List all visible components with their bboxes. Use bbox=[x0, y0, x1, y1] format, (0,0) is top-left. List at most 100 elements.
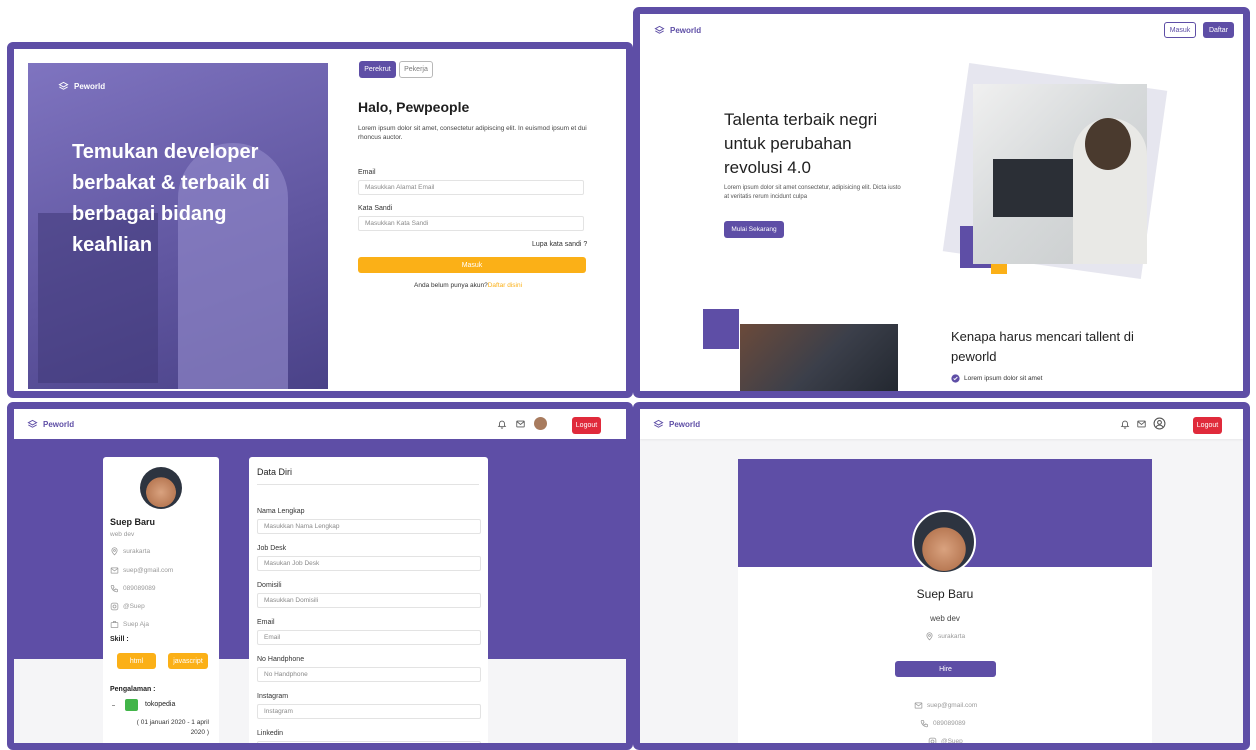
email-field[interactable]: Masukkan Alamat Email bbox=[358, 180, 584, 195]
logout-button[interactable]: Logout bbox=[572, 417, 601, 434]
skill-badge-html: html bbox=[117, 653, 156, 669]
field-label-handphone: No Handphone bbox=[257, 656, 305, 663]
start-now-button[interactable]: Mulai Sekarang bbox=[724, 221, 784, 238]
mail-icon bbox=[110, 567, 119, 574]
field-label-linkedin: Linkedin bbox=[257, 730, 284, 737]
data-diri-title: Data Diri bbox=[257, 467, 293, 477]
phone-icon bbox=[920, 720, 928, 728]
bell-icon[interactable] bbox=[1120, 419, 1130, 429]
field-input-handphone[interactable]: No Handphone bbox=[257, 667, 481, 682]
field-label-domisili: Domisili bbox=[257, 582, 282, 589]
nav-login-button[interactable]: Masuk bbox=[1164, 22, 1196, 38]
navbar-brand-name: Peworld bbox=[43, 420, 75, 429]
login-screen: Peworld Temukan developer berbakat & ter… bbox=[7, 42, 633, 398]
profile-email-text: suep@gmail.com bbox=[123, 567, 174, 574]
login-description: Lorem ipsum dolor sit amet, consectetur … bbox=[358, 125, 587, 141]
section-title: Kenapa harus mencari tallent di peworld bbox=[951, 329, 1134, 364]
landing-headline: Talenta terbaik negri untuk perubahan re… bbox=[724, 110, 878, 177]
profile-email-text: suep@gmail.com bbox=[927, 702, 978, 709]
skill-label: Skill : bbox=[110, 636, 129, 643]
skill-badge-javascript: javascript bbox=[168, 653, 208, 669]
field-input-domisili[interactable]: Masukkan Domisili bbox=[257, 593, 481, 608]
field-input-nama[interactable]: Masukkan Nama Lengkap bbox=[257, 519, 481, 534]
profile-name: Suep Baru bbox=[916, 587, 974, 601]
profile-job: web dev bbox=[110, 531, 135, 538]
field-input-email[interactable]: Email bbox=[257, 630, 481, 645]
briefcase-icon bbox=[110, 621, 119, 628]
field-input-linkedin[interactable] bbox=[257, 741, 481, 743]
experience-period: ( 01 januari 2020 - 1 april 2020 ) bbox=[136, 719, 209, 736]
hero-brand: Peworld bbox=[58, 81, 105, 92]
profile-avatar bbox=[912, 510, 976, 574]
logout-button[interactable]: Logout bbox=[1193, 417, 1222, 434]
email-label: Email bbox=[358, 169, 376, 176]
hero-photo bbox=[973, 84, 1147, 264]
register-prompt-text: Anda belum punya akun? bbox=[414, 282, 488, 289]
hero-text: Temukan developer berbakat & terbaik di … bbox=[72, 141, 270, 256]
check-item: Lorem ipsum dolor sit amet bbox=[951, 374, 1042, 383]
navbar-brand-name: Peworld bbox=[669, 420, 701, 429]
register-prompt: Anda belum punya akun?Daftar disini bbox=[414, 282, 522, 289]
field-label-jobdesk: Job Desk bbox=[257, 545, 287, 552]
instagram-icon bbox=[110, 602, 119, 611]
field-label-instagram: Instagram bbox=[257, 693, 289, 700]
hire-button[interactable]: Hire bbox=[895, 661, 996, 677]
section-purple-block bbox=[703, 309, 739, 349]
profile-instagram: @Suep bbox=[110, 602, 145, 611]
profile-instagram-text: @Suep bbox=[123, 603, 145, 610]
profile-name: Suep Baru bbox=[110, 517, 156, 527]
profile-company: Suep Aja bbox=[110, 620, 149, 629]
section-photo bbox=[740, 324, 898, 391]
navbar-brand[interactable]: Peworld bbox=[653, 419, 700, 430]
landing-screen: Peworld Masuk Daftar Talenta terbaik neg… bbox=[633, 7, 1250, 398]
hero-photo-monitor bbox=[993, 159, 1081, 217]
experience-label: Pengalaman : bbox=[110, 686, 156, 693]
password-field[interactable]: Masukkan Kata Sandi bbox=[358, 216, 584, 231]
tab-perekrut[interactable]: Perekrut bbox=[359, 61, 396, 78]
layers-logo-icon bbox=[653, 419, 664, 428]
profile-job: web dev bbox=[930, 614, 960, 623]
check-item-text: Lorem ipsum dolor sit amet bbox=[964, 375, 1043, 382]
login-hero: Peworld Temukan developer berbakat & ter… bbox=[28, 63, 328, 389]
register-link[interactable]: Daftar disini bbox=[488, 282, 522, 289]
check-circle-icon bbox=[951, 374, 960, 383]
landing-subtext: Lorem ipsum dolor sit amet consectetur, … bbox=[724, 185, 901, 200]
navbar-avatar[interactable] bbox=[534, 417, 547, 430]
profile-avatar bbox=[140, 467, 182, 509]
layers-logo-icon bbox=[58, 81, 69, 90]
location-pin-icon bbox=[926, 632, 933, 641]
data-diri-divider bbox=[257, 484, 479, 485]
instagram-icon bbox=[928, 737, 937, 743]
profile-company-text: Suep Aja bbox=[123, 621, 150, 628]
hero-photo-head bbox=[1085, 118, 1131, 170]
navbar-brand[interactable]: Peworld bbox=[654, 25, 701, 36]
layers-logo-icon bbox=[27, 419, 38, 428]
location-pin-icon bbox=[111, 547, 118, 556]
tab-pekerja[interactable]: Pekerja bbox=[399, 61, 433, 78]
profile-location: surakarta bbox=[925, 632, 965, 641]
forgot-password-link[interactable]: Lupa kata sandi ? bbox=[532, 241, 587, 248]
login-submit-button[interactable]: Masuk bbox=[358, 257, 586, 273]
profile-phone: 089089089 bbox=[110, 584, 156, 593]
navbar-brand[interactable]: Peworld bbox=[27, 419, 74, 430]
profile-phone-text: 089089089 bbox=[123, 585, 156, 592]
profile-location: surakarta bbox=[110, 547, 150, 556]
password-label: Kata Sandi bbox=[358, 205, 393, 212]
field-input-instagram[interactable]: Instagram bbox=[257, 704, 481, 719]
edit-profile-screen: Peworld Logout Suep Baru web dev surakar… bbox=[7, 402, 633, 750]
navbar-brand-name: Peworld bbox=[670, 26, 702, 35]
experience-bullet bbox=[112, 705, 115, 706]
field-input-jobdesk[interactable]: Masukan Job Desk bbox=[257, 556, 481, 571]
field-label-email: Email bbox=[257, 619, 275, 626]
user-icon[interactable] bbox=[1153, 417, 1166, 430]
mail-icon[interactable] bbox=[1136, 419, 1147, 429]
profile-instagram-text: @Suep bbox=[941, 738, 963, 745]
public-profile-screen: Peworld Logout Suep Baru web dev surakar… bbox=[633, 402, 1250, 750]
experience-company: tokopedia bbox=[145, 701, 176, 708]
profile-instagram: @Suep bbox=[928, 737, 963, 745]
profile-phone-text: 089089089 bbox=[933, 720, 966, 727]
bell-icon[interactable] bbox=[497, 419, 507, 429]
nav-register-button[interactable]: Daftar bbox=[1203, 22, 1234, 38]
hero-brand-name: Peworld bbox=[74, 82, 106, 91]
mail-icon[interactable] bbox=[515, 419, 526, 429]
